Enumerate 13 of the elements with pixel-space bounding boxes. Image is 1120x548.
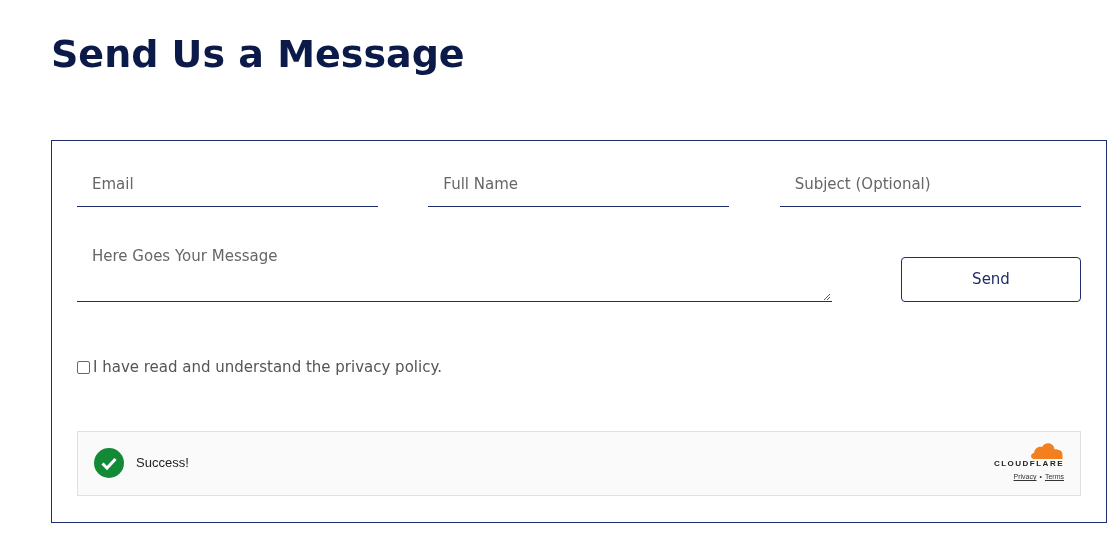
consent-label: I have read and understand the privacy policy.	[93, 357, 442, 378]
check-circle-icon	[94, 448, 124, 478]
input-field[interactable]: Subject (Optional)	[779, 161, 1081, 207]
brand-logo-text: CLOUDFLARE	[993, 459, 1064, 470]
page-heading: Send Us a Message	[51, 31, 465, 78]
captcha-status: Success!	[136, 454, 189, 473]
message-field[interactable]: Here Goes Your Message	[77, 237, 832, 302]
input-field[interactable]: Email	[77, 161, 378, 207]
cloud-icon	[1030, 443, 1064, 460]
input-field[interactable]: Full Name	[428, 161, 730, 207]
send-button[interactable]: Send	[901, 257, 1081, 302]
resize-handle-icon[interactable]	[823, 293, 830, 300]
consent-checkbox[interactable]	[77, 360, 90, 374]
